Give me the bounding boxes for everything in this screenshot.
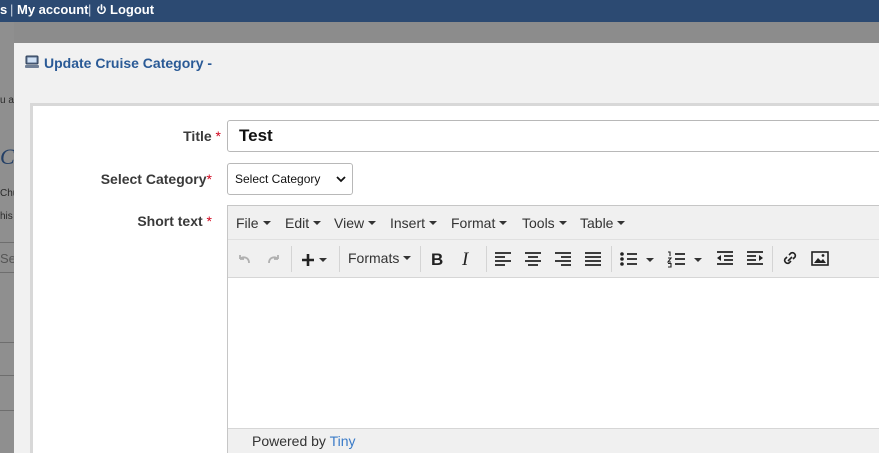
title-input[interactable] [227,120,879,152]
align-left-icon[interactable] [492,246,514,272]
align-justify-icon[interactable] [582,246,604,272]
align-right-icon[interactable] [552,246,574,272]
top-nav-bar: s | My account | Logout [0,0,879,22]
background-text: Chú [0,188,14,199]
menu-table[interactable]: Table [580,215,626,231]
formats-dropdown[interactable]: Formats [348,250,412,266]
menu-tools[interactable]: Tools [522,215,567,231]
power-icon[interactable] [96,4,107,15]
background-heading: Cr [0,144,14,169]
category-select-value: Select Category [235,172,321,186]
link-icon[interactable] [779,246,801,272]
redo-icon[interactable] [262,246,284,272]
menu-edit[interactable]: Edit [285,215,322,231]
category-label: Select Category* [100,171,212,187]
background-divider [0,242,14,243]
nav-fragment[interactable]: s [0,2,7,17]
bold-icon[interactable]: B [426,246,448,272]
toolbar-divider [291,246,292,272]
background-divider [0,375,14,376]
toolbar-divider [772,246,773,272]
background-text: u an [0,95,14,106]
align-center-icon[interactable] [522,246,544,272]
svg-text:I: I [461,249,470,270]
outdent-icon[interactable] [714,246,736,272]
editor-menubar: File Edit View Insert Format Tools Table [228,206,879,240]
menu-format[interactable]: Format [451,215,508,231]
toolbar-divider [420,246,421,272]
logout-link[interactable]: Logout [110,2,154,17]
background-divider [0,410,14,411]
title-label: Title * [183,128,221,144]
editor-content-area[interactable] [228,278,879,428]
computer-icon [25,55,39,68]
insert-plus-icon[interactable] [297,246,333,272]
menu-file[interactable]: File [236,215,271,231]
tiny-link[interactable]: Tiny [330,433,356,449]
dialog-title: Update Cruise Category - [44,55,213,71]
dialog-header: Update Cruise Category - [14,43,879,83]
category-select[interactable]: Select Category [227,163,353,195]
my-account-link[interactable]: My account [17,2,89,17]
background-divider [0,272,14,273]
background-text: his [0,211,13,222]
toolbar-divider [611,246,612,272]
toolbar-divider [486,246,487,272]
numbered-list-icon[interactable] [665,246,705,272]
nav-separator: | [10,2,14,17]
editor-toolbar: Formats B I [228,240,879,278]
chevron-down-icon [336,176,346,183]
update-category-dialog: Update Cruise Category - Title * Select … [14,43,879,453]
editor-statusbar: Powered by Tiny [228,428,879,453]
background-divider [0,342,14,343]
background-text: Se [0,251,14,266]
nav-separator: | [88,2,92,17]
background-page [0,22,14,453]
indent-icon[interactable] [744,246,766,272]
svg-text:B: B [431,250,443,269]
toolbar-divider [339,246,340,272]
italic-icon[interactable]: I [456,246,478,272]
rich-text-editor: File Edit View Insert Format Tools Table… [227,205,879,453]
short-text-label: Short text * [137,213,212,229]
undo-icon[interactable] [234,246,256,272]
image-icon[interactable] [809,246,831,272]
bullet-list-icon[interactable] [617,246,657,272]
menu-view[interactable]: View [334,215,377,231]
powered-by-text: Powered by Tiny [252,433,356,449]
menu-insert[interactable]: Insert [390,215,438,231]
